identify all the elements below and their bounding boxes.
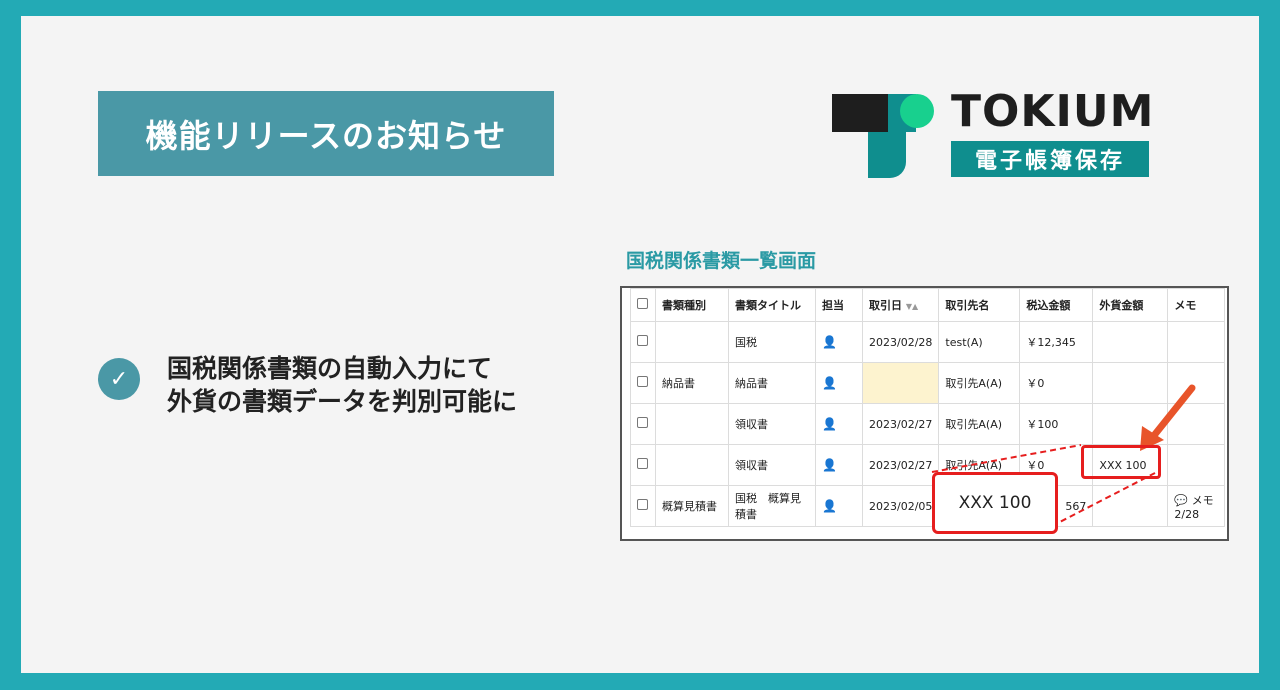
callout-line-bottom [1051, 472, 1156, 527]
check-icon: ✓ [98, 358, 140, 400]
announcement-banner: 機能リリースのお知らせ [98, 91, 554, 176]
logo-mark-dot [900, 94, 934, 128]
callout-line-top [931, 444, 1082, 473]
arrow-shaft [1148, 384, 1196, 442]
feature-line-2: 外貨の書類データを判別可能に [167, 387, 518, 416]
callout-overlay [931, 384, 1196, 527]
logo-wordmark: TOKIUM [951, 86, 1155, 137]
tokium-logo: TOKIUM 電子帳簿保存 [832, 86, 1153, 180]
feature-description: 国税関係書類の自動入力にて 外貨の書類データを判別可能に [167, 352, 517, 418]
document-list-screenshot: 書類種別 書類タイトル 担当 取引日 ▼▲ 取引先名 税込金額 外貨金額 メモ … [620, 286, 1229, 541]
logo-mark-bar [832, 94, 888, 132]
feature-line-1: 国税関係書類の自動入力にて [167, 354, 493, 383]
foreign-amount-callout: XXX 100 [932, 472, 1058, 534]
logo-subtitle: 電子帳簿保存 [951, 141, 1149, 177]
screen-title: 国税関係書類一覧画面 [626, 250, 817, 272]
slide: 機能リリースのお知らせ TOKIUM 電子帳簿保存 ✓ 国税関係書類の自動入力に… [21, 16, 1259, 673]
foreign-amount-highlight [1081, 445, 1161, 479]
